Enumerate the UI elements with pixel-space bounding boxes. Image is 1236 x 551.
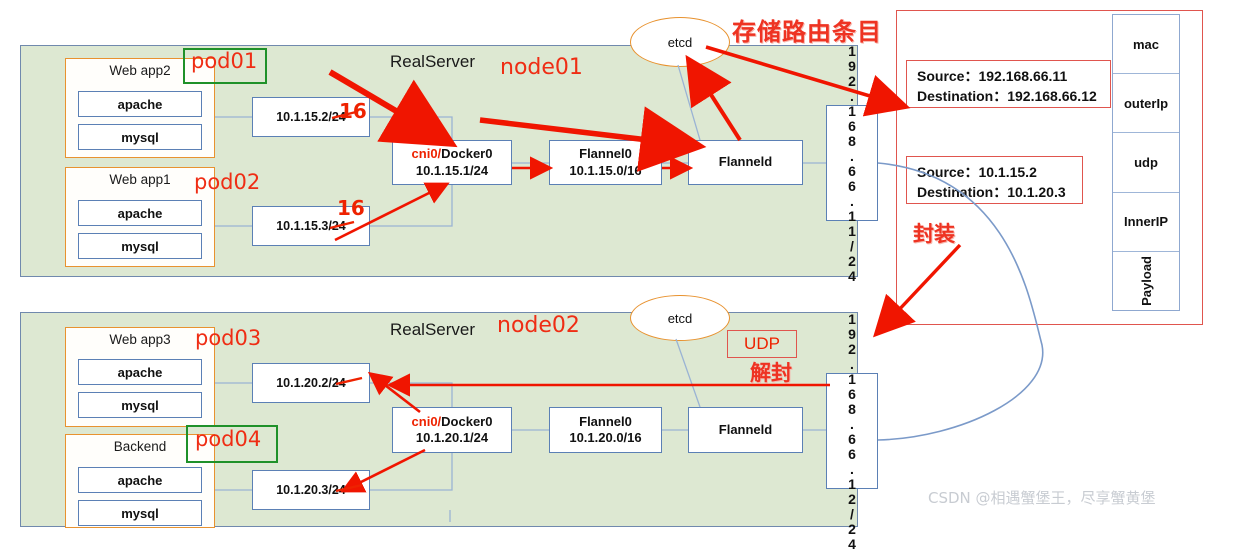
bridge-box-node01: cni0/Docker0 10.1.15.1/24 <box>392 140 512 185</box>
bridge-prefix-node02: cni0/ <box>411 413 442 429</box>
container-pod01-mysql: mysql <box>78 124 202 150</box>
outer-source-value: 192.168.66.11 <box>978 68 1068 84</box>
host-ip-box-node01: 192.168.66.11/24 <box>826 43 878 283</box>
flanneld-name-node01: Flanneld <box>718 154 773 170</box>
realserver-label-node02: RealServer <box>390 320 476 339</box>
bridge-name-node02: Docker0 <box>441 413 493 429</box>
container-pod01-apache: apache <box>78 91 202 117</box>
container-pod03-apache: apache <box>78 359 202 385</box>
flannel0-name-node02: Flannel0 <box>579 413 632 429</box>
flannel0-name-node01: Flannel0 <box>579 146 632 162</box>
flannel0-cidr-node01: 10.1.15.0/16 <box>569 162 642 178</box>
host-ip-node02: 192.168.66.12/24 <box>844 311 860 551</box>
pod-label-pod03: pod03 <box>195 326 262 350</box>
pod-ip-override-pod02: 16 <box>337 196 365 220</box>
packet-layer-outerip: outerIp <box>1113 74 1179 134</box>
diagram-canvas: RealServer node01 Web app2 apache mysql … <box>0 0 1236 551</box>
bridge-prefix-node01: cni0/ <box>411 146 442 162</box>
bridge-box-node02: cni0/Docker0 10.1.20.1/24 <box>392 407 512 453</box>
node-name-node02: node02 <box>497 313 580 338</box>
encapsulate-note: 封装 <box>913 222 955 246</box>
packet-layer-udp: udp <box>1113 133 1179 193</box>
outer-source-label: Source： <box>917 68 979 84</box>
container-pod04-apache: apache <box>78 467 202 493</box>
container-pod04-mysql: mysql <box>78 500 202 526</box>
pod-ip-pod04: 10.1.20.3/24 <box>252 470 370 510</box>
flanneld-box-node01: Flanneld <box>688 140 803 185</box>
packet-layer-payload: Payload <box>1138 255 1154 306</box>
pod-title-pod02: Web app1 <box>109 172 171 187</box>
pod-title-pod03: Web app3 <box>109 332 171 347</box>
realserver-label-node01: RealServer <box>390 52 476 71</box>
container-pod02-apache: apache <box>78 200 202 226</box>
container-pod03-mysql: mysql <box>78 392 202 418</box>
node-name-node01: node01 <box>500 55 583 80</box>
etcd-node02: etcd <box>630 295 730 341</box>
bridge-cidr-node01: 10.1.15.1/24 <box>415 162 489 178</box>
outer-header-box: Source：192.168.66.11 Destination：192.168… <box>906 60 1111 108</box>
inner-source-value: 10.1.15.2 <box>978 164 1037 180</box>
pod-label-pod01: pod01 <box>191 49 258 73</box>
pod-label-pod02: pod02 <box>194 170 261 194</box>
pod-ip-override-pod01: 16 <box>339 99 367 123</box>
inner-source-label: Source： <box>917 164 979 180</box>
outer-dest-label: Destination： <box>917 88 1008 105</box>
inner-dest-value: 10.1.20.3 <box>1007 184 1066 201</box>
flanneld-name-node02: Flanneld <box>718 421 773 437</box>
bridge-name-node01: Docker0 <box>441 146 493 162</box>
pod-ip-pod03: 10.1.20.2/24 <box>252 363 370 403</box>
watermark: CSDN @相遇蟹堡王，尽享蟹黄堡 <box>928 489 1156 507</box>
packet-layer-mac: mac <box>1113 15 1179 75</box>
host-ip-box-node02: 192.168.66.12/24 <box>826 311 878 551</box>
etcd-storage-note: 存储路由条目 <box>732 18 882 46</box>
pod-label-pod04: pod04 <box>195 427 262 451</box>
outer-dest-value: 192.168.66.12 <box>1007 88 1097 105</box>
udp-label-box: UDP <box>727 330 797 358</box>
inner-header-box: Source：10.1.15.2 Destination：10.1.20.3 <box>906 156 1083 204</box>
flanneld-box-node02: Flanneld <box>688 407 803 453</box>
container-pod02-mysql: mysql <box>78 233 202 259</box>
bridge-cidr-node02: 10.1.20.1/24 <box>415 430 489 445</box>
etcd-node01: etcd <box>630 17 730 67</box>
packet-stack: mac outerIp udp InnerIP Payload <box>1112 14 1180 311</box>
flannel0-cidr-node02: 10.1.20.0/16 <box>569 430 642 445</box>
decapsulate-note: 解封 <box>750 361 792 385</box>
packet-layer-innerip: InnerIP <box>1113 193 1179 252</box>
flannel0-box-node02: Flannel0 10.1.20.0/16 <box>549 407 662 453</box>
flannel0-box-node01: Flannel0 10.1.15.0/16 <box>549 140 662 185</box>
host-ip-node01: 192.168.66.11/24 <box>844 43 860 283</box>
inner-dest-label: Destination： <box>917 184 1008 201</box>
